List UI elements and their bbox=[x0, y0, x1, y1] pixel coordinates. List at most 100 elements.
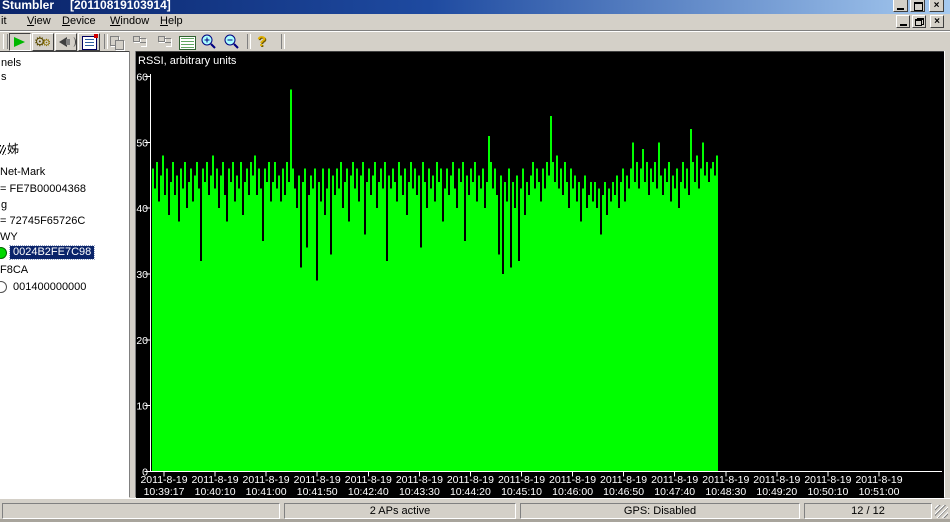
svg-text:2011-8-19: 2011-8-19 bbox=[855, 474, 902, 486]
zoom-in-button[interactable] bbox=[199, 33, 221, 51]
toolbar: ⚙⚙ ? bbox=[0, 31, 950, 53]
mdi-restore-button[interactable] bbox=[912, 15, 926, 28]
window-title: Stumbler [20110819103914] bbox=[2, 0, 171, 12]
status-aps-active: 2 APs active bbox=[284, 503, 516, 519]
rssi-chart: 60504030201002011-8-1910:39:172011-8-191… bbox=[136, 52, 944, 498]
close-icon: × bbox=[930, 0, 943, 11]
menu-window[interactable]: Window bbox=[110, 15, 149, 27]
minimize-button[interactable] bbox=[893, 0, 908, 12]
window-title-app: Stumbler bbox=[2, 0, 54, 12]
network-tree-panel: nels s 姊 Net-Mark = FE7B00004368 g = 727… bbox=[0, 51, 129, 498]
svg-text:10:42:40: 10:42:40 bbox=[348, 486, 389, 498]
tree-item-ssids[interactable]: s bbox=[1, 71, 7, 85]
expand-tree-button bbox=[153, 33, 175, 51]
tree-item-ssid-cjk[interactable]: 姊 bbox=[0, 143, 19, 157]
toolbar-gripper[interactable] bbox=[3, 34, 8, 49]
svg-text:10:41:00: 10:41:00 bbox=[246, 486, 287, 498]
tree-item-mac-fe7b[interactable]: = FE7B00004368 bbox=[0, 183, 86, 197]
svg-text:10:40:10: 10:40:10 bbox=[195, 486, 236, 498]
list-view-icon bbox=[179, 36, 196, 50]
title-bar: Stumbler [20110819103914] × bbox=[0, 0, 950, 14]
svg-text:10:47:40: 10:47:40 bbox=[654, 486, 695, 498]
ap-active-icon bbox=[0, 247, 7, 259]
svg-text:60: 60 bbox=[136, 72, 148, 84]
svg-text:10:50:10: 10:50:10 bbox=[807, 486, 848, 498]
properties-icon bbox=[82, 36, 97, 50]
menu-edit[interactable]: it bbox=[1, 15, 7, 27]
play-icon bbox=[14, 37, 25, 47]
maximize-icon bbox=[914, 2, 923, 11]
netstumbler-window: Stumbler [20110819103914] × it View Devic… bbox=[0, 0, 950, 522]
svg-text:2011-8-19: 2011-8-19 bbox=[447, 474, 494, 486]
window-right-border bbox=[944, 51, 950, 497]
tree-item-ssid-wy[interactable]: WY bbox=[0, 231, 18, 245]
svg-text:2011-8-19: 2011-8-19 bbox=[600, 474, 647, 486]
close-button[interactable]: × bbox=[929, 0, 944, 12]
svg-text:10:48:30: 10:48:30 bbox=[705, 486, 746, 498]
status-panel-blank bbox=[2, 503, 280, 519]
menu-view[interactable]: View bbox=[27, 15, 51, 27]
minimize-icon bbox=[897, 8, 904, 10]
svg-text:10:41:50: 10:41:50 bbox=[297, 486, 338, 498]
clipped-glyph bbox=[0, 145, 6, 155]
resize-grip[interactable] bbox=[935, 505, 948, 518]
menu-help[interactable]: Help bbox=[160, 15, 183, 27]
svg-text:2011-8-19: 2011-8-19 bbox=[396, 474, 443, 486]
zoom-in-icon bbox=[199, 33, 219, 50]
mdi-minimize-button[interactable] bbox=[896, 15, 910, 28]
svg-text:2011-8-19: 2011-8-19 bbox=[498, 474, 545, 486]
mdi-minimize-icon bbox=[900, 24, 907, 26]
svg-text:50: 50 bbox=[136, 137, 148, 149]
svg-text:30: 30 bbox=[136, 269, 148, 281]
sound-button[interactable] bbox=[55, 33, 77, 51]
scan-play-button[interactable] bbox=[9, 33, 31, 51]
tree-item-net-mark[interactable]: Net-Mark bbox=[0, 166, 45, 180]
svg-text:10:44:20: 10:44:20 bbox=[450, 486, 491, 498]
status-gps: GPS: Disabled bbox=[520, 503, 800, 519]
panel-splitter[interactable] bbox=[129, 51, 136, 497]
options-button[interactable]: ⚙⚙ bbox=[32, 33, 54, 51]
menu-bar: it View Device Window Help × bbox=[0, 14, 950, 31]
mdi-close-icon: × bbox=[931, 16, 943, 27]
tree-item-channels[interactable]: nels bbox=[1, 57, 21, 71]
tree-item-mac-7274[interactable]: = 72745F65726C bbox=[0, 215, 85, 229]
svg-text:40: 40 bbox=[136, 203, 148, 215]
svg-text:10:46:00: 10:46:00 bbox=[552, 486, 593, 498]
options-gears-icon: ⚙⚙ bbox=[34, 34, 46, 50]
svg-text:2011-8-19: 2011-8-19 bbox=[294, 474, 341, 486]
properties-button[interactable] bbox=[78, 33, 100, 51]
maximize-button[interactable] bbox=[910, 0, 925, 12]
svg-text:2011-8-19: 2011-8-19 bbox=[651, 474, 698, 486]
mdi-restore-icon bbox=[915, 18, 924, 26]
svg-text:10:45:10: 10:45:10 bbox=[501, 486, 542, 498]
svg-text:10:43:30: 10:43:30 bbox=[399, 486, 440, 498]
mdi-close-button[interactable]: × bbox=[930, 15, 944, 28]
window-title-doc: [20110819103914] bbox=[70, 0, 171, 12]
tree-item-ssid-g[interactable]: g bbox=[1, 199, 7, 213]
svg-text:2011-8-19: 2011-8-19 bbox=[804, 474, 851, 486]
zoom-out-button[interactable] bbox=[222, 33, 244, 51]
svg-text:20: 20 bbox=[136, 335, 148, 347]
rssi-chart-panel: 60504030201002011-8-1910:39:172011-8-191… bbox=[136, 51, 944, 498]
list-view-button[interactable] bbox=[176, 33, 198, 51]
svg-text:10:46:50: 10:46:50 bbox=[603, 486, 644, 498]
tree-item-mac-f8ca[interactable]: F8CA bbox=[0, 264, 28, 278]
menu-device[interactable]: Device bbox=[62, 15, 96, 27]
svg-text:10:51:00: 10:51:00 bbox=[859, 486, 900, 498]
svg-text:2011-8-19: 2011-8-19 bbox=[345, 474, 392, 486]
svg-text:10:39:17: 10:39:17 bbox=[144, 486, 185, 498]
svg-text:10:49:20: 10:49:20 bbox=[756, 486, 797, 498]
help-button[interactable]: ? bbox=[251, 33, 273, 51]
zoom-out-icon bbox=[222, 33, 242, 50]
svg-text:2011-8-19: 2011-8-19 bbox=[140, 474, 187, 486]
svg-text:RSSI, arbitrary units: RSSI, arbitrary units bbox=[138, 55, 237, 67]
svg-text:2011-8-19: 2011-8-19 bbox=[702, 474, 749, 486]
status-page-indicator: 12 / 12 bbox=[804, 503, 932, 519]
svg-text:2011-8-19: 2011-8-19 bbox=[192, 474, 239, 486]
collapse-tree-button bbox=[130, 33, 152, 51]
svg-text:2011-8-19: 2011-8-19 bbox=[549, 474, 596, 486]
toolbar-separator bbox=[281, 34, 285, 49]
svg-text:2011-8-19: 2011-8-19 bbox=[243, 474, 290, 486]
svg-text:10: 10 bbox=[136, 401, 148, 413]
ap-inactive-icon bbox=[0, 281, 7, 293]
